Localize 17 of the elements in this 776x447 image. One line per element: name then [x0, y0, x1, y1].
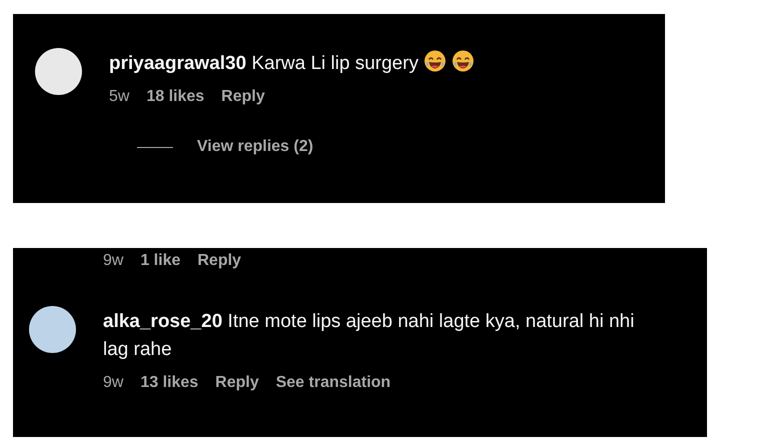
- comment-time: 5w: [109, 87, 130, 107]
- reply-link[interactable]: Reply: [215, 372, 259, 394]
- like-count[interactable]: 13 likes: [140, 372, 198, 394]
- comment-time: 9w: [103, 373, 124, 393]
- laughing-emoji-icon: [424, 50, 446, 72]
- like-count[interactable]: 1 like: [140, 250, 180, 272]
- comment-text: alka_rose_20 Itne mote lips ajeeb nahi lagte kya, natural hi nhi lag rahe: [103, 310, 636, 362]
- see-translation-link[interactable]: See translation: [276, 372, 391, 394]
- comment-text: priyaagrawal30 Karwa Li lip surgery: [109, 50, 474, 78]
- avatar[interactable]: [35, 48, 82, 95]
- reply-link[interactable]: Reply: [221, 86, 265, 108]
- comment-time: 9w: [103, 251, 124, 271]
- reply-link[interactable]: Reply: [197, 250, 242, 272]
- like-count[interactable]: 18 likes: [146, 86, 204, 108]
- laughing-emoji-icon: [452, 50, 474, 72]
- avatar[interactable]: [29, 306, 76, 353]
- view-replies-link[interactable]: View replies (2): [197, 138, 314, 156]
